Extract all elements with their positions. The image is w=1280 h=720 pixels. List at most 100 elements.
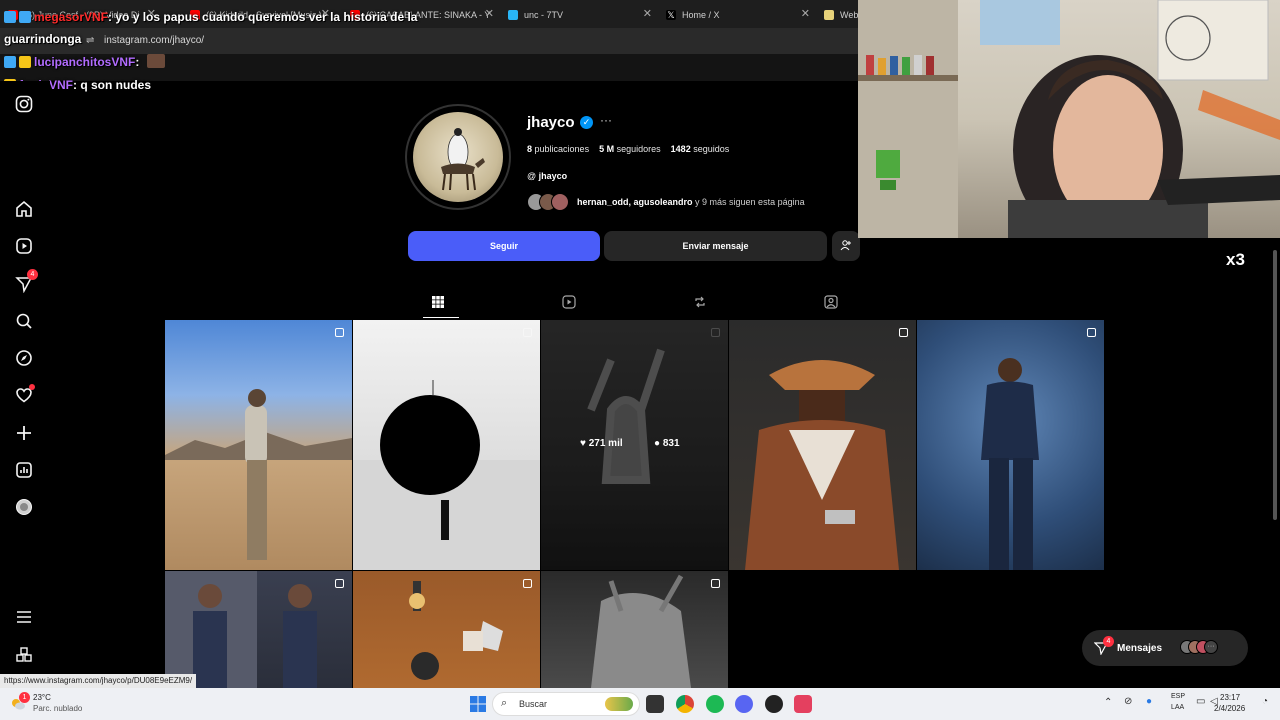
carousel-icon <box>523 579 532 588</box>
notifications-icon[interactable] <box>14 384 35 406</box>
hover-overlay[interactable] <box>541 320 728 570</box>
chat-message: lucipanchitosVNF: <box>4 54 168 69</box>
verified-badge-icon: ✓ <box>580 116 593 129</box>
repost-icon <box>695 296 705 308</box>
obs-icon[interactable] <box>765 695 783 713</box>
chat-badge-icon <box>19 56 31 68</box>
taskbar-search[interactable]: ⌕ Buscar <box>492 692 640 716</box>
chrome-icon[interactable] <box>676 695 694 713</box>
chat-emote-icon <box>146 54 165 68</box>
posts-count: 8 publicaciones <box>527 144 590 154</box>
site-info-icon[interactable]: ⇌ <box>86 35 98 47</box>
home-icon[interactable] <box>14 200 34 220</box>
suggested-users-button[interactable] <box>832 231 860 261</box>
threads-icon: @ <box>527 171 537 181</box>
profile-username: jhayco <box>527 114 575 131</box>
x-favicon-icon: 𝕏 <box>666 10 676 20</box>
active-tab-indicator <box>423 317 459 318</box>
profile-avatar[interactable] <box>405 104 511 210</box>
dashboard-icon[interactable] <box>14 461 34 481</box>
chat-text: : yo y los papus cuando queremos ver la … <box>108 10 418 24</box>
notifications-bell-icon[interactable]: ◔ <box>1262 696 1268 707</box>
messages-pill-badge: 4 <box>1103 636 1114 647</box>
explore-icon[interactable] <box>14 349 34 369</box>
clock-time[interactable]: 23:17 <box>1220 693 1240 702</box>
close-tab-icon[interactable]: ✕ <box>485 7 494 20</box>
post-thumbnail[interactable] <box>165 571 352 688</box>
carousel-icon <box>335 579 344 588</box>
browser-tab[interactable]: 𝕏 Home / X ✕ <box>666 4 810 26</box>
comment-icon: ● <box>654 438 661 449</box>
post-thumbnail[interactable] <box>353 320 540 570</box>
following-count[interactable]: 1482 seguidos <box>671 144 730 154</box>
browser-tab[interactable]: Webc <box>824 4 858 26</box>
more-chats-icon: ··· <box>1204 640 1218 654</box>
create-icon[interactable] <box>14 424 34 444</box>
notifications-dot <box>29 384 35 390</box>
chat-badge-icon <box>4 11 16 23</box>
menu-icon[interactable] <box>14 608 34 628</box>
windows-taskbar: 1 23°C Parc. nublado ⌕ Buscar ⌃ ⊘ ● ESP … <box>0 688 1280 720</box>
post-likes: ♥ 271 mil <box>580 438 623 449</box>
close-tab-icon[interactable]: ✕ <box>801 7 810 20</box>
address-bar[interactable]: ⇌ instagram.com/jhayco/ <box>0 28 858 54</box>
tiktok-icon[interactable] <box>794 695 812 713</box>
weather-temp: 23°C <box>33 693 51 702</box>
search-icon[interactable] <box>14 312 34 332</box>
post-thumbnail[interactable] <box>917 320 1104 570</box>
chat-message: megasorVNF: yo y los papus cuando querem… <box>4 10 417 24</box>
clock-date[interactable]: 2/4/2026 <box>1214 704 1245 713</box>
discord-icon[interactable] <box>735 695 753 713</box>
tab-reposts[interactable] <box>692 295 708 311</box>
search-icon: ⌕ <box>501 697 508 709</box>
spotify-icon[interactable] <box>706 695 724 713</box>
network-off-icon[interactable]: ⊘ <box>1124 696 1132 707</box>
messages-icon[interactable]: 4 <box>14 269 38 295</box>
post-thumbnail[interactable] <box>541 571 728 688</box>
carousel-icon <box>335 328 344 337</box>
messages-icon: 4 <box>1093 636 1114 656</box>
messages-avatars: ··· <box>1180 640 1218 654</box>
reels-icon <box>562 295 576 309</box>
profile-icon[interactable] <box>14 498 34 518</box>
close-tab-icon[interactable]: ✕ <box>643 7 652 20</box>
browser-tab[interactable]: unc - 7TV ✕ <box>508 4 652 26</box>
messages-pill-label: Mensajes <box>1117 643 1163 654</box>
post-thumbnail[interactable] <box>353 571 540 688</box>
weather-desc: Parc. nublado <box>33 704 83 713</box>
post-thumbnail[interactable] <box>729 320 916 570</box>
weather-icon[interactable]: 1 <box>10 692 30 712</box>
instagram-sidebar <box>0 81 50 688</box>
file-explorer-icon[interactable] <box>646 695 664 713</box>
scrollbar-thumb[interactable] <box>1273 250 1277 520</box>
profile-stats: 8 publicaciones 5 M seguidores 1482 segu… <box>527 144 729 154</box>
url-text[interactable]: instagram.com/jhayco/ <box>104 35 204 46</box>
instagram-logo-icon[interactable] <box>14 95 34 115</box>
chat-username: megasorVNF <box>34 10 109 24</box>
send-message-button[interactable]: Enviar mensaje <box>604 231 827 261</box>
more-options-icon[interactable]: ··· <box>600 113 612 127</box>
display-icon[interactable]: ▭ <box>1196 696 1205 707</box>
tab-reels[interactable] <box>561 295 577 311</box>
start-button[interactable] <box>469 695 487 713</box>
tab-posts[interactable] <box>430 295 446 311</box>
follow-button[interactable]: Seguir <box>408 231 600 261</box>
threads-link[interactable]: @ jhayco <box>527 171 567 181</box>
carousel-icon <box>1087 328 1096 337</box>
search-highlight-icon <box>605 697 633 711</box>
microphone-icon[interactable]: ● <box>1146 696 1152 707</box>
chat-message: guarrindonga <box>4 32 81 46</box>
followers-count[interactable]: 5 M seguidores <box>599 144 661 154</box>
chat-badge-icon <box>4 56 16 68</box>
reels-icon[interactable] <box>14 237 34 257</box>
keyboard-language[interactable]: ESP <box>1171 693 1185 700</box>
post-thumbnail[interactable] <box>165 320 352 570</box>
also-from-meta-icon[interactable] <box>14 646 34 666</box>
followed-by[interactable]: hernan_odd, agusoleandro y 9 más siguen … <box>527 192 805 212</box>
webcam-favicon-icon <box>824 10 834 20</box>
carousel-icon <box>711 579 720 588</box>
keyboard-layout[interactable]: LAA <box>1171 704 1184 711</box>
chevron-up-icon[interactable]: ⌃ <box>1104 697 1112 708</box>
webcam-feed <box>858 0 1280 238</box>
tab-tagged[interactable] <box>823 295 839 311</box>
